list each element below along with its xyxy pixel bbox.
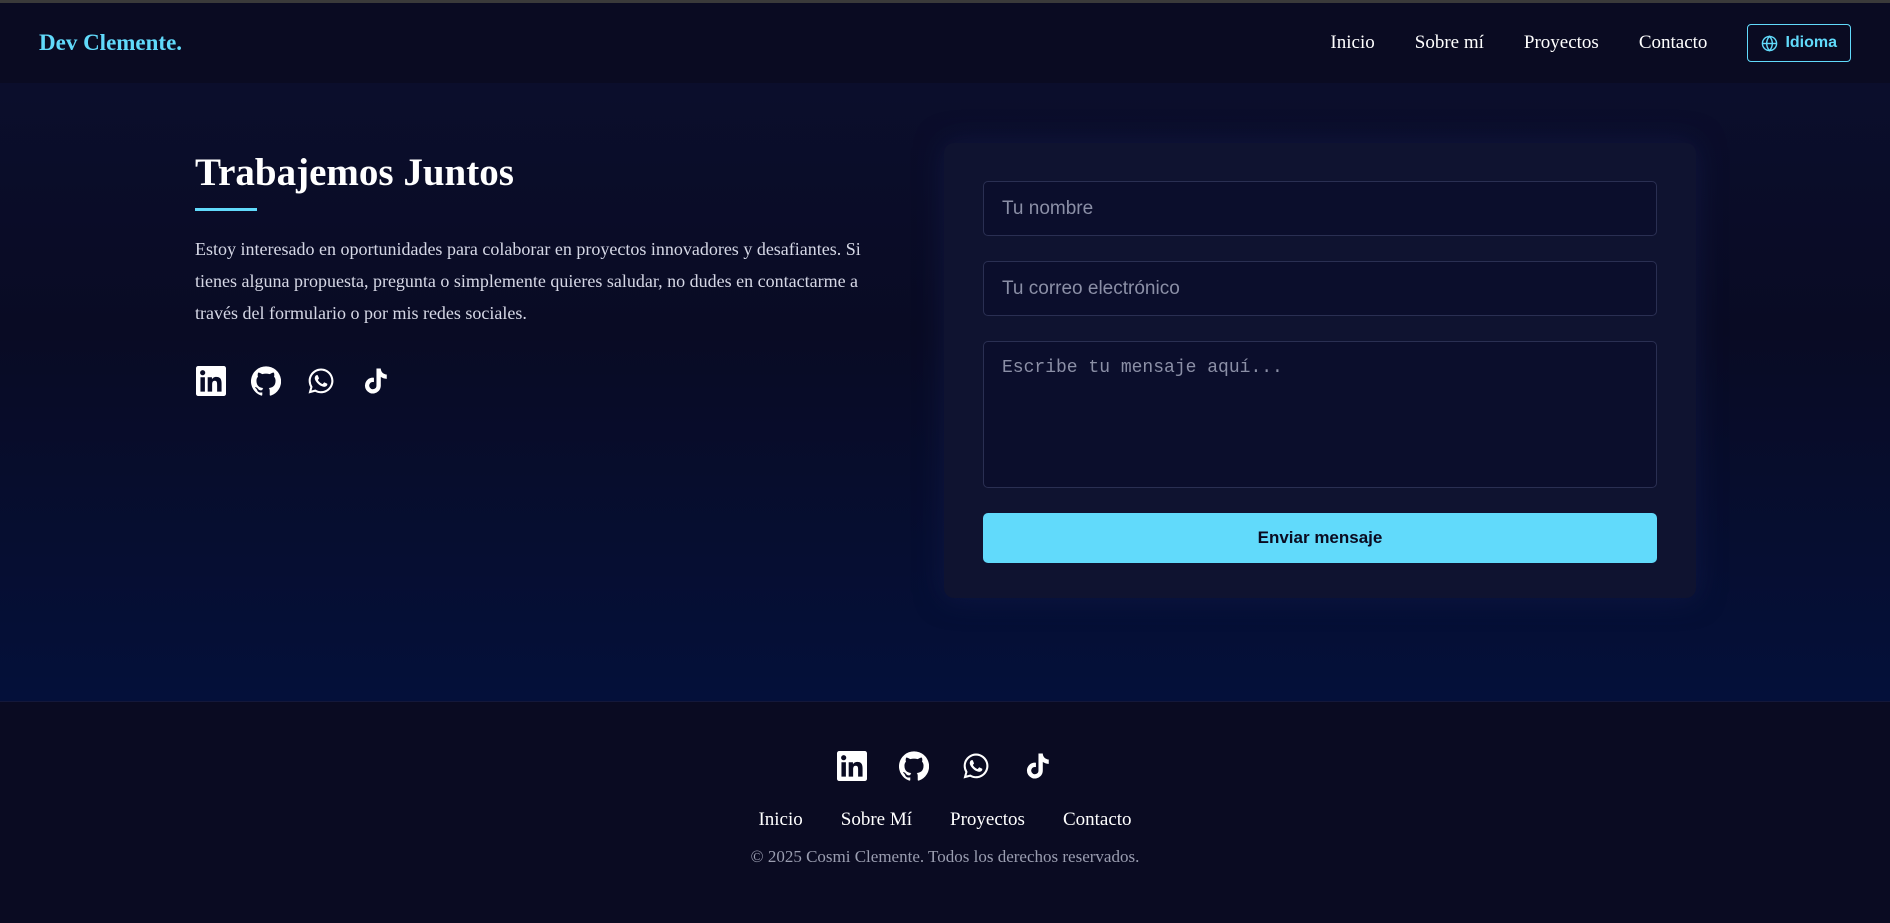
whatsapp-icon[interactable] [961, 750, 992, 781]
language-label: Idioma [1785, 34, 1837, 51]
footer-social-links [837, 750, 1054, 781]
nav-link-sobre-mi[interactable]: Sobre mí [1415, 32, 1484, 54]
tiktok-icon[interactable] [1023, 750, 1054, 781]
section-description: Estoy interesado en oportunidades para c… [195, 239, 861, 323]
footer-link-sobre-mi[interactable]: Sobre Mí [841, 809, 912, 831]
nav-link-inicio[interactable]: Inicio [1330, 32, 1374, 54]
whatsapp-icon[interactable] [305, 365, 336, 396]
send-message-button[interactable]: Enviar mensaje [983, 513, 1657, 563]
section-title: Trabajemos Juntos [195, 151, 514, 194]
contact-form: Enviar mensaje [944, 143, 1696, 598]
main-nav: Inicio Sobre mí Proyectos Contacto Idiom… [1290, 24, 1851, 62]
contact-section: Trabajemos Juntos Estoy interesado en op… [0, 83, 1890, 702]
copyright-text: © 2025 Cosmi Clemente. Todos los derecho… [750, 847, 1140, 866]
nav-link-contacto[interactable]: Contacto [1639, 32, 1708, 54]
language-button[interactable]: Idioma [1747, 24, 1851, 62]
title-underline [195, 208, 257, 211]
linkedin-icon[interactable] [195, 365, 226, 396]
email-input[interactable] [983, 261, 1657, 316]
footer-link-contacto[interactable]: Contacto [1063, 809, 1132, 831]
social-links [195, 365, 875, 396]
site-footer: Inicio Sobre Mí Proyectos Contacto © 202… [0, 702, 1890, 923]
name-input[interactable] [983, 181, 1657, 236]
nav-link-proyectos[interactable]: Proyectos [1524, 32, 1599, 54]
linkedin-icon[interactable] [837, 750, 868, 781]
contact-intro: Trabajemos Juntos Estoy interesado en op… [195, 150, 875, 396]
github-icon[interactable] [899, 750, 930, 781]
tiktok-icon[interactable] [360, 365, 391, 396]
message-textarea[interactable] [983, 341, 1657, 488]
github-icon[interactable] [250, 365, 281, 396]
footer-link-proyectos[interactable]: Proyectos [950, 809, 1025, 831]
footer-link-inicio[interactable]: Inicio [758, 809, 802, 831]
globe-icon [1762, 34, 1778, 52]
brand-logo[interactable]: Dev Clemente. [39, 30, 182, 56]
footer-nav: Inicio Sobre Mí Proyectos Contacto [758, 809, 1131, 831]
site-header: Dev Clemente. Inicio Sobre mí Proyectos … [0, 3, 1890, 83]
